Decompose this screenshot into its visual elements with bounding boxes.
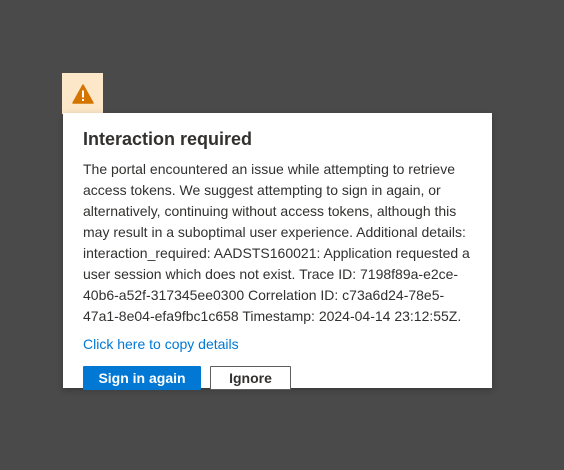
interaction-required-dialog: Interaction required The portal encounte… bbox=[63, 113, 492, 390]
warning-icon bbox=[71, 83, 94, 104]
dialog-message: The portal encountered an issue while at… bbox=[83, 161, 470, 324]
ignore-button[interactable]: Ignore bbox=[210, 366, 291, 390]
copy-details-link[interactable]: Click here to copy details bbox=[83, 334, 239, 354]
dialog-title: Interaction required bbox=[83, 129, 253, 149]
sign-in-again-button[interactable]: Sign in again bbox=[83, 366, 201, 390]
warning-icon-container bbox=[62, 73, 103, 114]
dialog-actions: Sign in again Ignore bbox=[83, 366, 472, 390]
